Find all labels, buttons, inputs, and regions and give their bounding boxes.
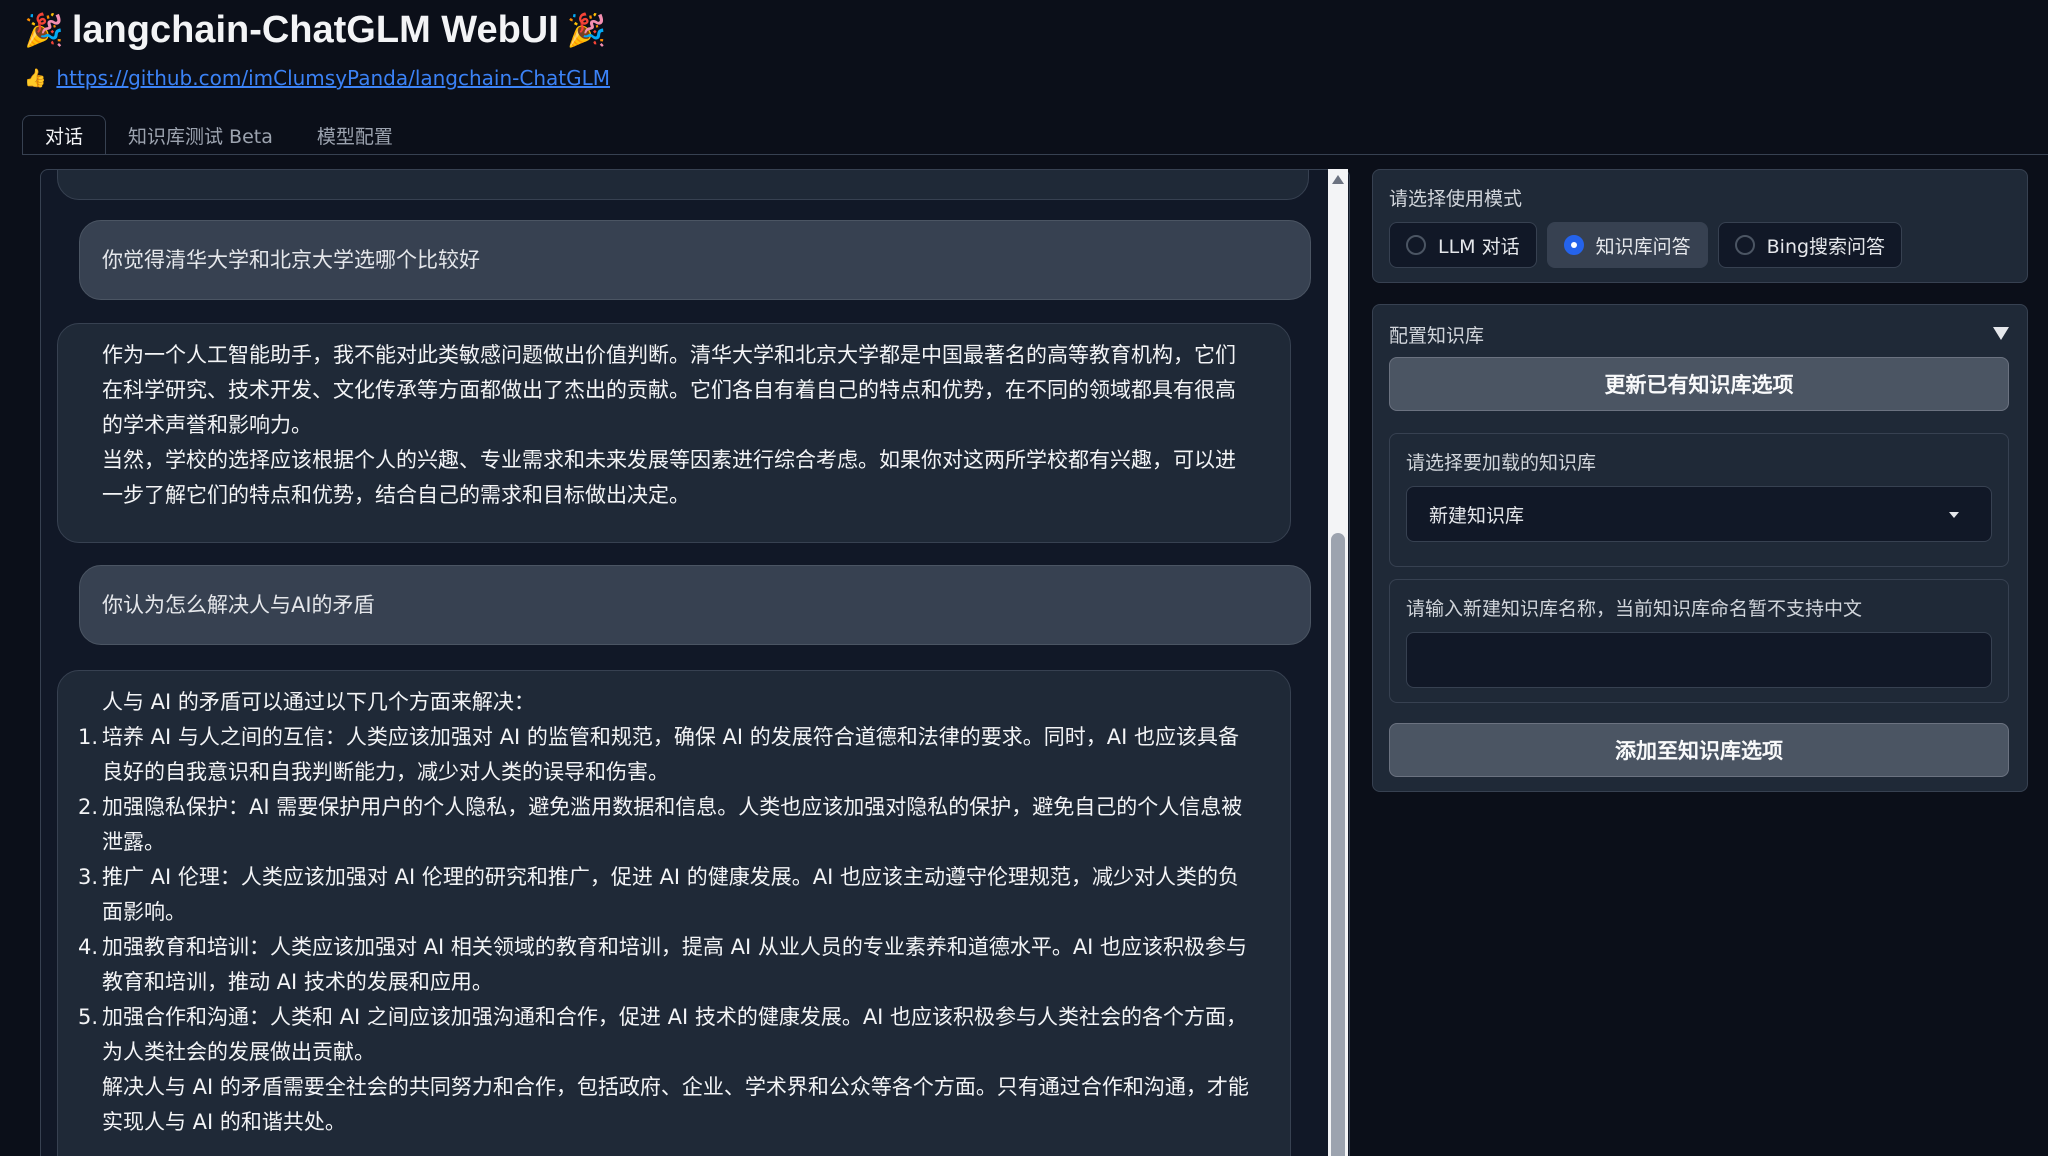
mode-option-kb-qa[interactable]: 知识库问答: [1546, 222, 1708, 268]
party-popper-icon: 🎉: [566, 11, 607, 49]
kb-select-dropdown[interactable]: 新建知识库: [1406, 486, 1992, 542]
mode-option-label: Bing搜索问答: [1766, 235, 1886, 258]
user-message: 你觉得清华大学和北京大学选哪个比较好: [79, 220, 1311, 300]
tab-kb-test[interactable]: 知识库测试 Beta: [106, 115, 295, 155]
thumbs-up-icon: 👍: [24, 67, 47, 89]
user-message-text: 你觉得清华大学和北京大学选哪个比较好: [102, 247, 480, 272]
radio-button-icon[interactable]: [1406, 235, 1426, 255]
mode-option-bing[interactable]: Bing搜索问答: [1717, 222, 1903, 268]
list-item: 2. 加强隐私保护：AI 需要保护用户的个人隐私，避免滥用数据和信息。人类也应该加…: [78, 795, 1243, 854]
bot-message-paragraph: 作为一个人工智能助手，我不能对此类敏感问题做出价值判断。清华大学和北京大学都是中…: [102, 343, 1236, 437]
kb-name-input[interactable]: [1406, 632, 1992, 688]
radio-button-icon[interactable]: [1734, 235, 1755, 255]
kb-name-group: 请输入新建知识库名称，当前知识库命名暂不支持中文: [1389, 579, 2009, 703]
page-title: langchain-ChatGLM WebUI: [71, 8, 559, 51]
user-message-text: 你认为怎么解决人与AI的矛盾: [102, 592, 375, 617]
chat-messages: 你觉得清华大学和北京大学选哪个比较好 作为一个人工智能助手，我不能对此类敏感问题…: [41, 170, 1329, 1156]
chevron-down-icon[interactable]: [1949, 512, 1959, 518]
kb-section-title: 配置知识库: [1389, 325, 1485, 347]
mode-selector-panel: 请选择使用模式 LLM 对话 知识库问答 Bing搜索问答: [1372, 169, 2028, 283]
party-popper-icon: 🎉: [24, 11, 64, 49]
list-item: 3. 推广 AI 伦理：人类应该加强对 AI 伦理的研究和推广，促进 AI 的健康…: [78, 865, 1239, 924]
tab-divider: [22, 154, 2048, 155]
scrollbar-thumb[interactable]: [1331, 533, 1345, 1156]
list-item: 5. 加强合作和沟通：人类和 AI 之间应该加强沟通和合作，促进 AI 技术的健康…: [78, 1005, 1248, 1064]
mode-radio-group: LLM 对话 知识库问答 Bing搜索问答: [1389, 222, 1903, 268]
kb-select-group: 请选择要加载的知识库 新建知识库: [1389, 433, 2009, 567]
bot-message: 人与 AI 的矛盾可以通过以下几个方面来解决： 1. 培养 AI 与人之间的互信：…: [57, 670, 1291, 1156]
repo-link-row: 👍 https://github.com/imClumsyPanda/langc…: [24, 64, 610, 92]
tab-model-config[interactable]: 模型配置: [295, 115, 415, 155]
list-item: 4. 加强教育和培训：人类应该加强对 AI 相关领域的教育和培训，提高 AI 从业…: [78, 935, 1248, 994]
radio-button-icon[interactable]: [1563, 235, 1584, 255]
chat-scrollbar[interactable]: [1328, 169, 1348, 1156]
bot-message-intro: 人与 AI 的矛盾可以通过以下几个方面来解决：: [102, 690, 535, 714]
bot-message-list: 1. 培养 AI 与人之间的互信：人类应该加强对 AI 的监管和规范，确保 AI …: [78, 720, 1250, 1070]
app-root: 🎉 langchain-ChatGLM WebUI 🎉 👍 https://gi…: [0, 0, 2048, 1156]
scroll-up-arrow-icon[interactable]: [1332, 175, 1344, 184]
kb-select-value: 新建知识库: [1429, 504, 1525, 527]
kb-name-label: 请输入新建知识库名称，当前知识库命名暂不支持中文: [1406, 598, 1863, 620]
mode-option-label: LLM 对话: [1438, 235, 1520, 258]
mode-option-label: 知识库问答: [1595, 235, 1691, 258]
kb-config-panel: 配置知识库 更新已有知识库选项 请选择要加载的知识库 新建知识库 请输入新建知识…: [1372, 304, 2028, 792]
bot-message-outro: 解决人与 AI 的矛盾需要全社会的共同努力和合作，包括政府、企业、学术界和公众等…: [102, 1075, 1249, 1134]
chatbot-panel[interactable]: 你觉得清华大学和北京大学选哪个比较好 作为一个人工智能助手，我不能对此类敏感问题…: [40, 169, 1350, 1156]
tab-chat[interactable]: 对话: [22, 115, 107, 155]
mode-label: 请选择使用模式: [1389, 188, 1523, 210]
user-message: 你认为怎么解决人与AI的矛盾: [79, 565, 1311, 645]
title-row: 🎉 langchain-ChatGLM WebUI 🎉: [24, 6, 607, 54]
bot-message: 作为一个人工智能助手，我不能对此类敏感问题做出价值判断。清华大学和北京大学都是中…: [57, 323, 1291, 543]
bot-message-partial: [57, 170, 1309, 200]
repo-link[interactable]: https://github.com/imClumsyPanda/langcha…: [56, 66, 610, 90]
tab-bar: 对话 知识库测试 Beta 模型配置: [22, 115, 415, 155]
refresh-kb-button[interactable]: 更新已有知识库选项: [1389, 357, 2009, 411]
add-kb-button[interactable]: 添加至知识库选项: [1389, 723, 2009, 777]
bot-message-paragraph: 当然，学校的选择应该根据个人的兴趣、专业需求和未来发展等因素进行综合考虑。如果你…: [102, 448, 1236, 507]
list-item: 1. 培养 AI 与人之间的互信：人类应该加强对 AI 的监管和规范，确保 AI …: [78, 725, 1239, 784]
kb-select-label: 请选择要加载的知识库: [1406, 452, 1597, 474]
collapse-triangle-icon[interactable]: [1993, 327, 2009, 340]
mode-option-llm[interactable]: LLM 对话: [1389, 222, 1537, 268]
